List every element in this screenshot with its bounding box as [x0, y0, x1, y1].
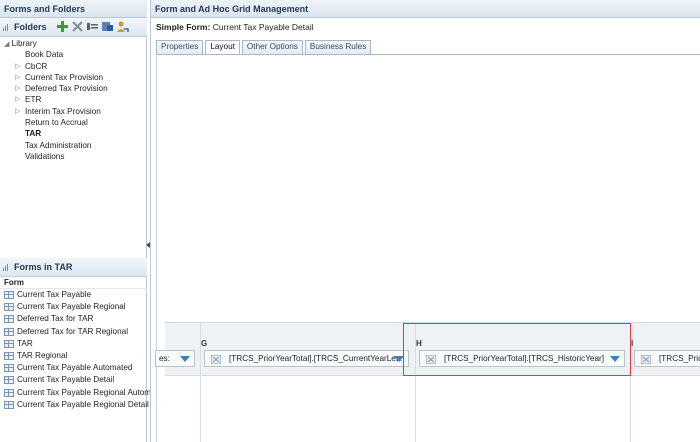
form-icon [4, 400, 14, 409]
tree-item[interactable]: ▷ Deferred Tax Provision [0, 83, 147, 94]
form-icon [4, 364, 14, 373]
expand-triangle-icon[interactable]: ▷ [15, 72, 20, 83]
forms-section-header: Forms in TAR [0, 258, 147, 277]
form-list-item[interactable]: Deferred Tax for TAR Regional [0, 326, 147, 338]
collapse-grip-icon[interactable] [3, 264, 10, 271]
form-management-title: Form and Ad Hoc Grid Management [151, 0, 700, 18]
form-icon [4, 315, 14, 324]
assign-access-icon[interactable] [116, 20, 129, 33]
expanded-triangle-icon: ◢ [4, 41, 10, 48]
column-letter-g: G [201, 339, 208, 348]
column-dimension-selector[interactable]: [TRCS_PriorYearTotal].[TRCS_CurrentYearL… [204, 350, 409, 367]
expand-triangle-icon[interactable]: ▷ [15, 83, 20, 94]
form-icon [4, 376, 14, 385]
form-list-item[interactable]: Current Tax Payable [0, 289, 147, 301]
forms-list: Form Current Tax Payable Current Tax Pay… [0, 277, 151, 411]
tree-item[interactable]: Tax Administration [0, 140, 147, 151]
form-icon [4, 303, 14, 312]
folders-section-header: Folders [0, 18, 147, 37]
form-list-item[interactable]: Current Tax Payable Automated [0, 362, 147, 374]
dimension-member-icon [640, 354, 652, 365]
expand-triangle-icon[interactable]: ▷ [15, 106, 20, 117]
tree-item-selected[interactable]: TAR [0, 128, 147, 139]
expand-triangle-icon[interactable]: ▷ [15, 94, 20, 105]
tab-other-options[interactable]: Other Options [241, 40, 303, 54]
form-name: Current Tax Payable Detail [212, 22, 314, 32]
tab-business-rules[interactable]: Business Rules [304, 40, 372, 54]
dimension-member-icon [210, 354, 222, 365]
folders-toolbar [56, 20, 129, 34]
form-list-item[interactable]: TAR [0, 338, 147, 350]
form-list-item[interactable]: Current Tax Payable Regional [0, 301, 147, 313]
forms-and-folders-pane: Forms and Folders Folders ◢ Library Book… [0, 0, 151, 442]
collapse-grip-icon[interactable] [3, 24, 10, 31]
tree-item[interactable]: Return to Accrual [0, 117, 147, 128]
form-icon [4, 291, 14, 299]
forms-header-label: Forms in TAR [14, 262, 73, 272]
delete-icon[interactable] [71, 20, 84, 33]
folder-tree: ◢ Library Book Data ▷ CbCR ▷ Current Tax P… [0, 38, 147, 162]
forms-and-folders-title: Forms and Folders [0, 0, 147, 18]
tree-item[interactable]: ▷ Interim Tax Provision [0, 106, 147, 117]
tree-item[interactable]: ▷ CbCR [0, 61, 147, 72]
tab-properties[interactable]: Properties [156, 40, 204, 54]
tree-item-library[interactable]: ◢ Library [0, 38, 147, 49]
form-list-item[interactable]: Current Tax Payable Regional Detail [0, 399, 149, 411]
form-icon [4, 351, 14, 360]
form-icon [4, 327, 14, 336]
tree-item[interactable]: Validations [0, 151, 147, 162]
tab-layout[interactable]: Layout [205, 40, 240, 55]
column-dimension-selector[interactable]: es: [155, 350, 195, 367]
form-icon [4, 339, 14, 348]
form-icon [4, 388, 14, 397]
dropdown-arrow-icon[interactable] [180, 356, 190, 362]
tree-item[interactable]: ▷ ETR [0, 94, 147, 105]
tree-item[interactable]: ▷ Current Tax Provision [0, 72, 147, 83]
form-list-item[interactable]: Deferred Tax for TAR [0, 313, 147, 325]
form-list-item[interactable]: TAR Regional [0, 350, 147, 362]
folders-header-label: Folders [14, 22, 47, 32]
form-list-item[interactable]: Current Tax Payable Regional Autom [0, 387, 151, 399]
simple-form-label: Simple Form: Current Tax Payable Detail [156, 22, 314, 32]
highlight-box [403, 323, 631, 376]
column-letter-i: I [631, 339, 634, 348]
form-list-item[interactable]: Current Tax Payable Detail [0, 374, 147, 386]
add-folder-icon[interactable] [56, 20, 69, 33]
form-tabs: Properties Layout Other Options Business… [156, 40, 372, 55]
forms-column-header[interactable]: Form [0, 277, 147, 289]
column-dimension-selector[interactable]: [TRCS_Prior [634, 350, 700, 367]
rename-icon[interactable] [86, 20, 99, 33]
tree-item[interactable]: Book Data [0, 49, 147, 60]
move-icon[interactable] [101, 20, 114, 33]
expand-triangle-icon[interactable]: ▷ [15, 61, 20, 72]
